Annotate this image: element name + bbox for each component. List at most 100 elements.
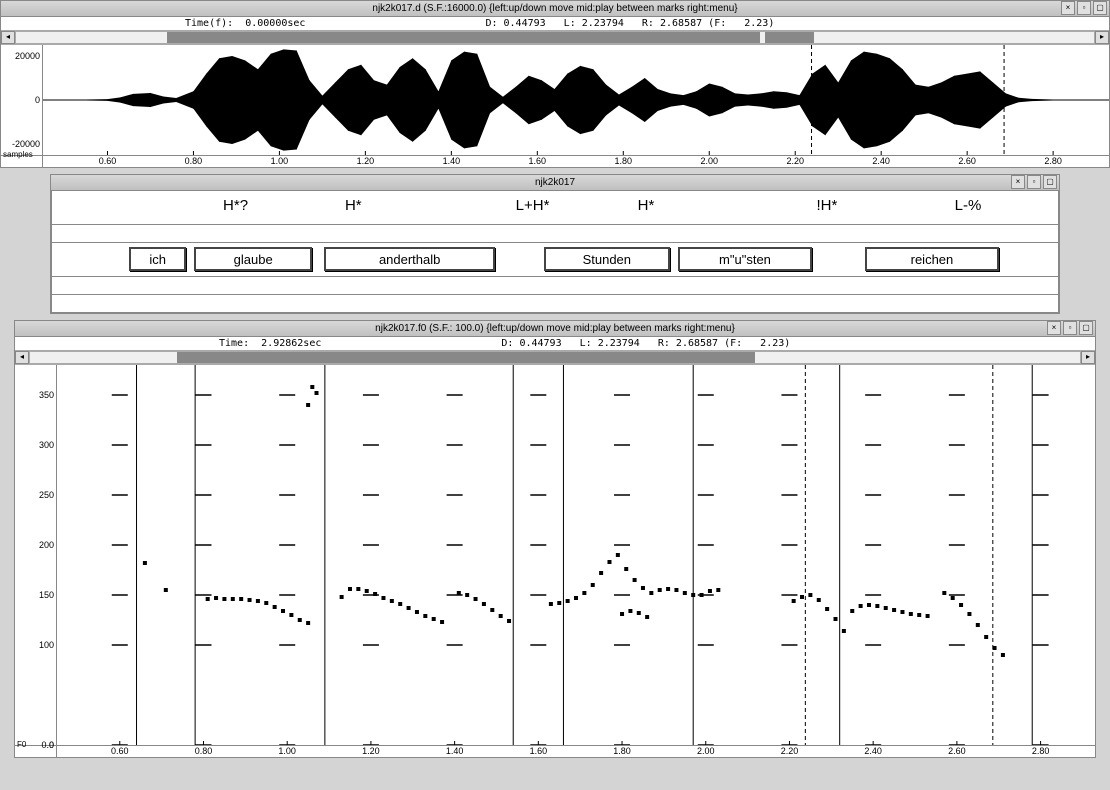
x-tick: 1.20 xyxy=(362,746,380,756)
tone-label[interactable]: L-% xyxy=(955,197,982,214)
d-label: D: xyxy=(501,338,513,349)
x-tick: 2.40 xyxy=(864,746,882,756)
close-icon[interactable]: × xyxy=(1047,321,1061,335)
scroll-thumb-secondary[interactable] xyxy=(765,32,814,43)
l-label: L: xyxy=(564,18,576,29)
r-label: R: xyxy=(658,338,670,349)
scroll-track[interactable] xyxy=(15,31,1095,44)
empty-tier-2[interactable] xyxy=(51,277,1059,295)
empty-tier-3[interactable] xyxy=(51,295,1059,313)
waveform-x-ticks: 0.600.801.001.201.401.601.802.002.202.40… xyxy=(43,156,1109,167)
x-tick: 1.80 xyxy=(613,746,631,756)
annotation-titlebar[interactable]: njk2k017 × ▫ ▢ xyxy=(51,175,1059,191)
waveform-scrollbar[interactable]: ◂ ▸ xyxy=(1,31,1109,45)
scroll-track[interactable] xyxy=(29,351,1081,364)
word-tier[interactable]: ich glaube anderthalb Stunden m"u"sten reiche… xyxy=(51,243,1059,277)
minimize-icon[interactable]: ▫ xyxy=(1063,321,1077,335)
x-tick: 0.80 xyxy=(185,156,203,166)
x-tick: 2.80 xyxy=(1032,746,1050,756)
tone-label[interactable]: L+H* xyxy=(516,197,550,214)
f-label: (F: xyxy=(724,338,742,349)
x-tick: 2.60 xyxy=(948,746,966,756)
x-tick: 2.20 xyxy=(781,746,799,756)
f0-plot[interactable] xyxy=(57,365,1095,745)
x-tick: 0.60 xyxy=(111,746,129,756)
y-tick: 0 xyxy=(35,95,40,105)
waveform-plot-area[interactable]: 20000 0 -20000 xyxy=(1,45,1109,155)
x-tick: 1.20 xyxy=(357,156,375,166)
waveform-infobar: Time(f): 0.00000sec D: 0.44793 L: 2.2379… xyxy=(1,17,1109,31)
waveform-x-axis: samples 0.600.801.001.201.401.601.802.00… xyxy=(1,155,1109,167)
x-tick: 1.40 xyxy=(443,156,461,166)
x-tick: 1.40 xyxy=(446,746,464,756)
r-label: R: xyxy=(642,18,654,29)
d-value: 0.44793 xyxy=(519,338,561,349)
scroll-right-icon[interactable]: ▸ xyxy=(1081,351,1095,364)
empty-tier-1[interactable] xyxy=(51,225,1059,243)
y-tick: 150 xyxy=(39,590,54,600)
x-tick: 2.20 xyxy=(786,156,804,166)
f-label: (F: xyxy=(708,18,726,29)
tone-label[interactable]: !H* xyxy=(816,197,837,214)
space xyxy=(249,338,261,349)
d-value: 0.44793 xyxy=(504,18,546,29)
scroll-thumb[interactable] xyxy=(177,352,755,363)
y-tick: 300 xyxy=(39,440,54,450)
x-tick: 1.60 xyxy=(530,746,548,756)
word-segment[interactable]: ich xyxy=(129,247,186,271)
time-value: 2.92862sec xyxy=(261,338,321,349)
close-icon[interactable]: × xyxy=(1011,175,1025,189)
maximize-icon[interactable]: ▢ xyxy=(1079,321,1093,335)
waveform-title: njk2k017.d (S.F.:16000.0) {left:up/down … xyxy=(372,3,737,14)
tone-label[interactable]: H* xyxy=(638,197,655,214)
waveform-plot[interactable] xyxy=(43,45,1109,155)
l-value: 2.23794 xyxy=(598,338,640,349)
f0-title: njk2k017.f0 (S.F.: 100.0) {left:up/down … xyxy=(375,323,735,334)
x-tick: 2.80 xyxy=(1044,156,1062,166)
word-segment[interactable]: anderthalb xyxy=(324,247,495,271)
close-icon[interactable]: × xyxy=(1061,1,1075,15)
y-tick: 250 xyxy=(39,490,54,500)
d-label: D: xyxy=(485,18,497,29)
annotation-title: njk2k017 xyxy=(535,177,575,188)
x-tick: 1.60 xyxy=(529,156,547,166)
tone-tier[interactable]: H*? H* L+H* H* !H* L-% xyxy=(51,191,1059,225)
x-tick: 0.60 xyxy=(99,156,117,166)
f0-y-axis: 35030025020015010000.0 xyxy=(15,365,57,745)
f0-scrollbar[interactable]: ◂ ▸ xyxy=(15,351,1095,365)
f0-infobar: Time: 2.92862sec D: 0.44793 L: 2.23794 R… xyxy=(15,337,1095,351)
l-value: 2.23794 xyxy=(582,18,624,29)
waveform-win-controls: × ▫ ▢ xyxy=(1061,1,1107,15)
annotation-win-controls: × ▫ ▢ xyxy=(1011,175,1057,189)
word-segment[interactable]: glaube xyxy=(194,247,312,271)
f0-x-axis: F0 0.600.801.001.201.401.601.802.002.202… xyxy=(15,745,1095,757)
x-tick: 0.80 xyxy=(195,746,213,756)
waveform-y-axis: 20000 0 -20000 xyxy=(1,45,43,155)
word-segment[interactable]: reichen xyxy=(865,247,999,271)
scroll-thumb[interactable] xyxy=(167,32,760,43)
minimize-icon[interactable]: ▫ xyxy=(1077,1,1091,15)
l-label: L: xyxy=(580,338,592,349)
y-tick: 200 xyxy=(39,540,54,550)
minimize-icon[interactable]: ▫ xyxy=(1027,175,1041,189)
y-tick: 0.0 xyxy=(41,740,54,750)
maximize-icon[interactable]: ▢ xyxy=(1093,1,1107,15)
f0-plot-area[interactable]: 35030025020015010000.0 xyxy=(15,365,1095,745)
scroll-right-icon[interactable]: ▸ xyxy=(1095,31,1109,44)
maximize-icon[interactable]: ▢ xyxy=(1043,175,1057,189)
r-value: 2.68587 xyxy=(660,18,702,29)
y-tick: 20000 xyxy=(15,51,40,61)
scroll-left-icon[interactable]: ◂ xyxy=(1,31,15,44)
time-value: 0.00000sec xyxy=(245,18,305,29)
word-segment[interactable]: Stunden xyxy=(544,247,670,271)
time-label: Time(f): xyxy=(185,18,233,29)
f0-titlebar[interactable]: njk2k017.f0 (S.F.: 100.0) {left:up/down … xyxy=(15,321,1095,337)
tone-label[interactable]: H*? xyxy=(223,197,248,214)
tone-label[interactable]: H* xyxy=(345,197,362,214)
word-segment[interactable]: m"u"sten xyxy=(678,247,812,271)
waveform-titlebar[interactable]: njk2k017.d (S.F.:16000.0) {left:up/down … xyxy=(1,1,1109,17)
f-value: 2.23) xyxy=(760,338,790,349)
scroll-left-icon[interactable]: ◂ xyxy=(15,351,29,364)
x-tick: 2.00 xyxy=(700,156,718,166)
y-tick: -20000 xyxy=(12,139,40,149)
